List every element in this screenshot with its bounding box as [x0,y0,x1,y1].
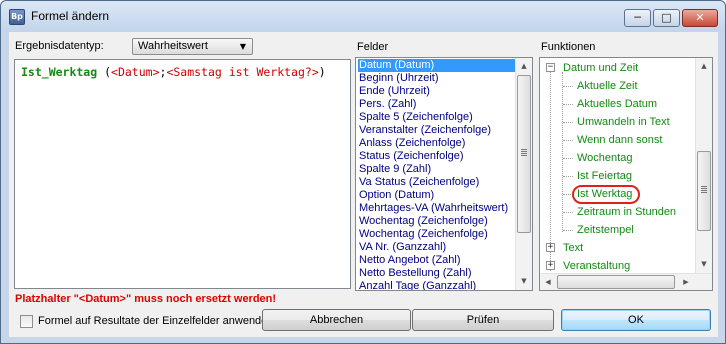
field-item[interactable]: Pers. (Zahl) [358,98,416,111]
collapse-icon[interactable]: − [546,63,555,72]
field-item[interactable]: Status (Zeichenfolge) [358,150,464,163]
functions-scroll-thumb[interactable] [697,151,711,231]
tree-item-label: Wochentag [577,152,633,164]
formula-editor[interactable]: Ist_Werktag (<Datum>;<Samstag ist Werkta… [14,59,351,289]
fields-heading: Felder [357,41,389,53]
window-title: Formel ändern [31,9,110,23]
tree-item-label: Zeitstempel [577,224,634,236]
maximize-icon: □ [661,11,672,24]
formula-text: Ist_Werktag (<Datum>;<Samstag ist Werkta… [21,65,343,79]
tree-item-label: Zeitraum in Stunden [577,206,677,218]
formula-placeholder-saturday: <Samstag ist Werktag?> [166,65,319,79]
functions-scrollbar[interactable]: ▲ ▼ [695,58,712,273]
close-icon: ✕ [695,11,705,24]
functions-hscroll-thumb[interactable] [557,275,675,289]
field-item[interactable]: Netto Bestellung (Zahl) [358,267,472,280]
tree-group-label: Text [563,242,584,254]
fields-scroll-thumb[interactable] [517,75,531,233]
tree-group-label: Veranstaltung [563,260,631,272]
tree-item-label: Aktuelles Datum [577,98,658,110]
tree-item-label: Ist Feiertag [577,170,633,182]
result-type-select[interactable]: Wahrheitswert ▼ [132,38,253,55]
field-item[interactable]: Mehrtages-VA (Wahrheitswert) [358,202,508,215]
chevron-down-icon: ▼ [239,42,246,51]
functions-heading: Funktionen [541,41,596,53]
ok-button[interactable]: OK [561,309,711,331]
formula-function-name: Ist_Werktag [21,65,98,79]
title-bar[interactable]: Bp Formel ändern ─ □ ✕ [1,1,725,32]
field-item[interactable]: Anlass (Zeichenfolge) [358,137,465,150]
scroll-right-icon[interactable]: ▶ [678,274,694,290]
tree-item-label: Aktuelle Zeit [577,80,638,92]
minimize-icon: ─ [634,11,641,24]
app-icon: Bp [9,9,25,25]
result-type-label: Ergebnisdatentyp: [15,40,104,52]
result-type-value: Wahrheitswert [138,40,208,52]
close-button[interactable]: ✕ [682,9,718,27]
field-item[interactable]: Wochentag (Zeichenfolge) [358,215,488,228]
formula-open-paren: ( [97,65,112,79]
functions-hscrollbar[interactable]: ◀ ▶ [540,273,712,290]
field-item[interactable]: Wochentag (Zeichenfolge) [358,228,488,241]
placeholder-warning: Platzhalter "<Datum>" muss noch ersetzt … [15,293,277,305]
scroll-left-icon[interactable]: ◀ [540,274,556,290]
cancel-button[interactable]: Abbrechen [262,309,411,331]
field-item[interactable]: Netto Angebot (Zahl) [358,254,461,267]
minimize-button[interactable]: ─ [624,9,651,27]
fields-scrollbar[interactable]: ▲ ▼ [515,58,532,290]
check-button[interactable]: Prüfen [412,309,554,331]
apply-to-fields-label[interactable]: Formel auf Resultate der Einzelfelder an… [38,315,273,327]
field-item[interactable]: Datum (Datum) [358,59,515,72]
scroll-down-icon[interactable]: ▼ [516,273,532,289]
maximize-button[interactable]: □ [653,9,680,27]
apply-to-fields-checkbox[interactable] [20,315,33,328]
dialog-client-area: Ergebnisdatentyp: Wahrheitswert ▼ Ist_We… [9,32,718,337]
tree-item-label: Umwandeln in Text [577,116,670,128]
scroll-up-icon[interactable]: ▲ [696,58,712,74]
field-item[interactable]: Option (Datum) [358,189,434,202]
field-item[interactable]: Anzahl Tage (Ganzzahl) [358,280,476,290]
scroll-down-icon[interactable]: ▼ [696,256,712,272]
field-item[interactable]: Spalte 5 (Zeichenfolge) [358,111,473,124]
expand-icon[interactable]: + [546,261,555,270]
fields-list[interactable]: Datum (Datum) Beginn (Uhrzeit) Ende (Uhr… [355,57,533,291]
field-item[interactable]: Spalte 9 (Zahl) [358,163,431,176]
tree-group-label: Datum und Zeit [563,62,639,74]
field-item[interactable]: Va Status (Zeichenfolge) [358,176,479,189]
formula-close-paren: ) [318,65,326,79]
scroll-up-icon[interactable]: ▲ [516,58,532,74]
formula-placeholder-date: <Datum> [111,65,160,79]
formula-dialog-window: Bp Formel ändern ─ □ ✕ Ergebnisdatentyp:… [0,0,726,344]
field-item[interactable]: VA Nr. (Ganzzahl) [358,241,446,254]
field-item[interactable]: Veranstalter (Zeichenfolge) [358,124,491,137]
tree-item-label: Wenn dann sonst [577,134,663,146]
field-item[interactable]: Ende (Uhrzeit) [358,85,430,98]
highlight-ring [572,185,640,204]
expand-icon[interactable]: + [546,243,555,252]
functions-tree[interactable]: − Datum und Zeit Aktuelle Zeit Aktuelles… [539,57,713,291]
field-item[interactable]: Beginn (Uhrzeit) [358,72,438,85]
